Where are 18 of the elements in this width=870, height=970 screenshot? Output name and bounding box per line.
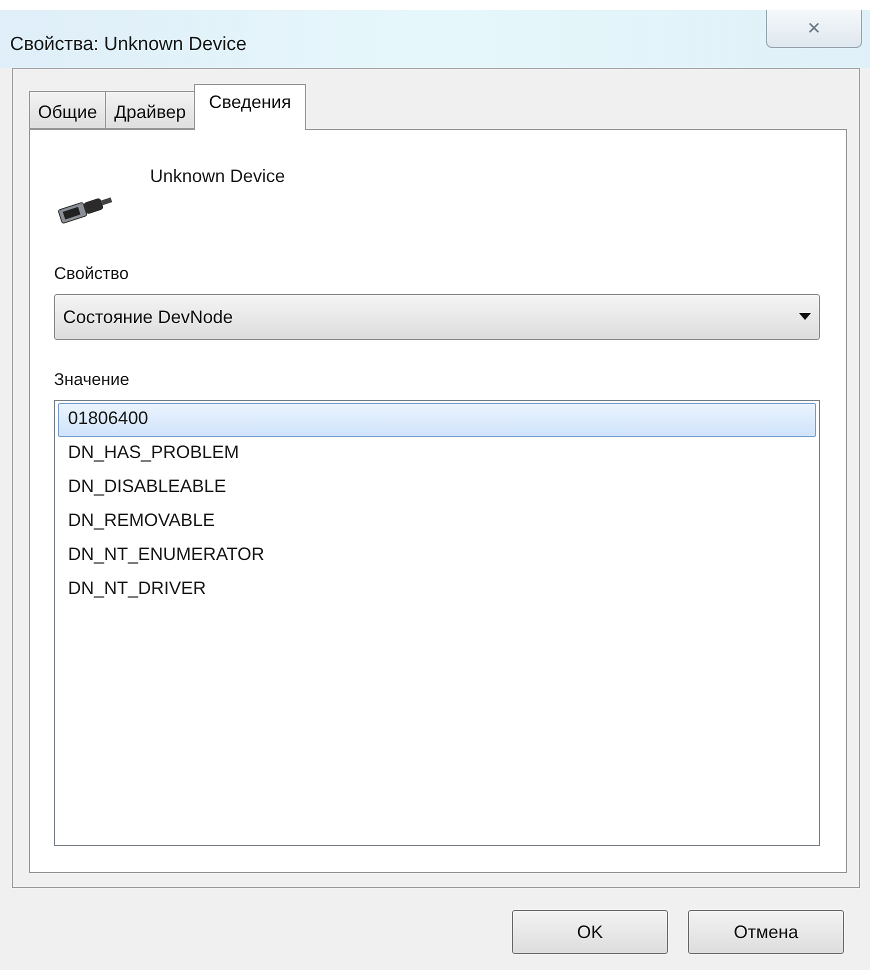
close-button[interactable]: ✕ <box>766 10 862 48</box>
value-list-item[interactable]: DN_DISABLEABLE <box>58 471 816 505</box>
window-title: Свойства: Unknown Device <box>10 34 247 56</box>
tab[interactable]: Сведения <box>194 84 306 130</box>
value-list-item[interactable]: DN_HAS_PROBLEM <box>58 437 816 471</box>
value-label: Значение <box>54 370 130 390</box>
value-list-item[interactable]: 01806400 <box>58 403 816 437</box>
tab[interactable]: Общие <box>29 91 106 129</box>
cancel-button[interactable]: Отмена <box>688 910 844 954</box>
property-dropdown[interactable]: Состояние DevNode <box>54 294 820 340</box>
device-name: Unknown Device <box>150 166 286 188</box>
value-list-item[interactable]: DN_NT_DRIVER <box>58 573 816 607</box>
dropdown-arrow-icon <box>799 313 811 321</box>
property-label: Свойство <box>54 264 130 284</box>
tab[interactable]: Драйвер <box>105 91 195 129</box>
value-list-item[interactable]: DN_NT_ENUMERATOR <box>58 539 816 573</box>
value-list-item[interactable]: DN_REMOVABLE <box>58 505 816 539</box>
ok-button[interactable]: OK <box>512 910 668 954</box>
